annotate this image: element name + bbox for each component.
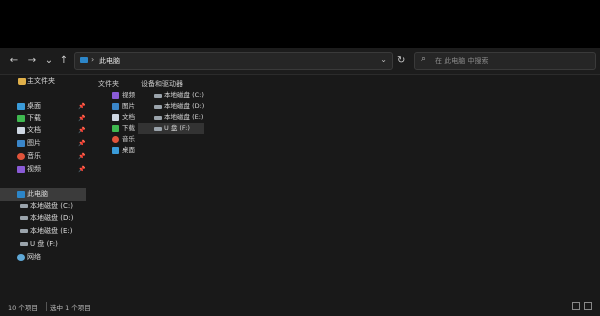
chevron-right-icon[interactable]: › [91,55,94,64]
list-item-label: 本地磁盘 (E:) [164,113,204,121]
drive-icon [20,229,28,233]
recent-locations-icon[interactable]: ⌄ [43,55,55,67]
document-icon [112,114,119,121]
drive-icon [20,204,28,208]
selected-count: 选中 1 个项目 [50,304,91,312]
device-drive-d[interactable]: 本地磁盘 (D:) [152,101,204,112]
drive-icon [154,105,162,109]
back-icon[interactable]: ← [8,55,20,67]
folder-desktop[interactable]: 桌面 [110,145,136,156]
drive-icon [20,216,28,220]
usb-drive-icon [154,127,162,131]
sidebar-item-label: U 盘 (F:) [30,240,58,248]
status-divider [46,302,47,311]
music-icon [112,136,119,143]
download-icon [17,115,25,122]
drive-icon [154,94,162,98]
folder-music[interactable]: 音乐 [110,134,136,145]
sidebar-item-drive-d[interactable]: 本地磁盘 (D:) [0,212,86,225]
sidebar-item-label: 音乐 [27,152,41,160]
sidebar-item-label: 本地磁盘 (E:) [30,227,73,235]
list-item-label: U 盘 (F:) [164,124,190,132]
sidebar-item-label: 图片 [27,139,41,147]
list-item-label: 文档 [122,113,135,121]
list-item-label: 本地磁盘 (C:) [164,91,204,99]
navigation-toolbar: ← → ⌄ ↑ › 此电脑 ⌄ ↻ ⌕ 在 此电脑 中搜索 [0,48,600,75]
sidebar-item-drive-e[interactable]: 本地磁盘 (E:) [0,225,86,238]
folder-pictures[interactable]: 图片 [110,101,136,112]
navigation-pane: 主文件夹 桌面 📌 下载 📌 文档 📌 图片 📌 音乐 📌 视频 📌 此电脑 本… [0,75,90,297]
pictures-icon [112,103,119,110]
list-item-label: 下载 [122,124,135,132]
this-pc-icon [80,57,88,63]
chevron-down-icon[interactable]: ⌄ [380,55,387,64]
file-list-pane: 文件夹 设备和驱动器 视频 图片 文档 下载 音乐 桌面 本地磁盘 (C:) 本… [92,75,600,297]
desktop-icon [17,103,25,110]
folder-videos[interactable]: 视频 [110,90,136,101]
sidebar-item-music[interactable]: 音乐 📌 [0,150,86,163]
up-icon[interactable]: ↑ [58,55,70,67]
sidebar-item-pictures[interactable]: 图片 📌 [0,137,86,150]
folders-section-title: 文件夹 [98,80,119,88]
search-icon: ⌕ [421,54,427,64]
sidebar-item-documents[interactable]: 文档 📌 [0,124,86,137]
music-icon [17,153,25,160]
search-input[interactable]: 在 此电脑 中搜索 [435,56,488,66]
drive-icon [154,116,162,120]
video-icon [112,92,119,99]
usb-drive-icon [20,242,28,246]
details-view-icon[interactable] [572,302,580,310]
tiles-view-icon[interactable] [584,302,592,310]
refresh-icon[interactable]: ↻ [397,55,405,67]
pin-icon[interactable]: 📌 [78,150,85,163]
address-bar[interactable]: › 此电脑 ⌄ [74,52,393,70]
desktop-icon [112,147,119,154]
title-bar [0,0,600,48]
sidebar-item-label: 视频 [27,165,41,173]
this-pc-icon [17,191,25,198]
sidebar-item-home[interactable]: 主文件夹 [0,75,86,88]
forward-icon[interactable]: → [26,55,38,67]
document-icon [17,127,25,134]
pin-icon[interactable]: 📌 [78,137,85,150]
sidebar-item-videos[interactable]: 视频 📌 [0,163,86,176]
pin-icon[interactable]: 📌 [78,163,85,176]
sidebar-item-label: 本地磁盘 (D:) [30,214,74,222]
devices-section-title: 设备和驱动器 [141,80,183,88]
network-icon [17,254,25,261]
address-path[interactable]: 此电脑 [99,56,120,66]
sidebar-item-usb-f[interactable]: U 盘 (F:) [0,238,86,251]
sidebar-item-label: 网络 [27,253,41,261]
device-usb-f[interactable]: U 盘 (F:) [138,123,204,134]
folder-documents[interactable]: 文档 [110,112,136,123]
item-count: 10 个项目 [8,304,38,312]
home-icon [18,78,26,85]
download-icon [112,125,119,132]
sidebar-item-label: 主文件夹 [27,77,55,85]
list-item-label: 视频 [122,91,135,99]
list-item-label: 图片 [122,102,135,110]
view-switcher [568,302,592,312]
list-item-label: 本地磁盘 (D:) [164,102,205,110]
search-box[interactable]: ⌕ 在 此电脑 中搜索 [414,52,596,70]
device-drive-c[interactable]: 本地磁盘 (C:) [152,90,204,101]
sidebar-item-network[interactable]: 网络 [0,251,86,264]
folder-downloads[interactable]: 下载 [110,123,136,134]
pictures-icon [17,140,25,147]
sidebar-item-label: 文档 [27,126,41,134]
list-item-label: 桌面 [122,146,135,154]
pin-icon[interactable]: 📌 [78,124,85,137]
video-icon [17,166,25,173]
status-bar: 10 个项目 选中 1 个项目 [0,298,600,316]
device-drive-e[interactable]: 本地磁盘 (E:) [152,112,204,123]
list-item-label: 音乐 [122,135,135,143]
